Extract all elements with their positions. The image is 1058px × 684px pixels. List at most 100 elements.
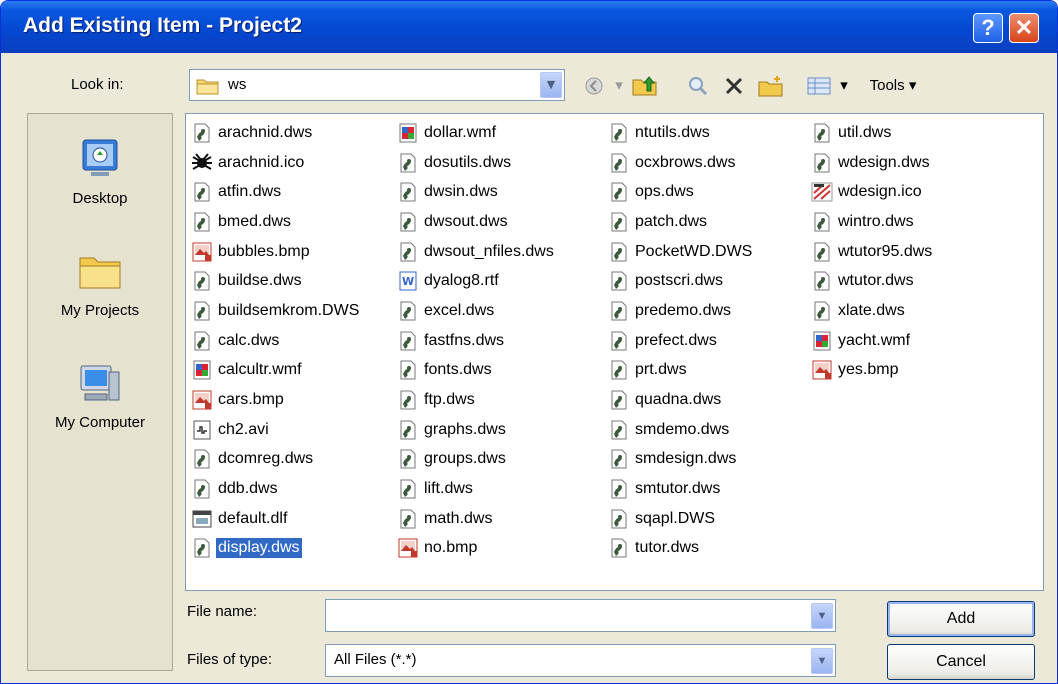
tools-menu-button[interactable]: Tools ▾ xyxy=(861,71,925,101)
file-list[interactable]: arachnid.dws arachnid.ico atfin.dws bmed.dw… xyxy=(185,113,1044,591)
place-my-computer[interactable]: My Computer xyxy=(28,358,172,431)
file-item-name: dosutils.dws xyxy=(424,153,512,171)
file-item[interactable]: wdesign.ico xyxy=(811,177,934,207)
file-item[interactable]: bubbles.bmp xyxy=(191,237,361,267)
dws-file-icon xyxy=(608,211,630,233)
file-item-name: dwsout_nfiles.dws xyxy=(424,242,554,260)
files-of-type-label: Files of type: xyxy=(187,651,273,668)
file-item[interactable]: smdemo.dws xyxy=(608,415,754,445)
file-item-name: util.dws xyxy=(838,123,892,141)
dws-file-icon xyxy=(608,508,630,530)
file-item[interactable]: patch.dws xyxy=(608,207,754,237)
new-folder-icon[interactable] xyxy=(753,71,789,101)
dws-file-icon xyxy=(811,300,833,322)
file-item[interactable]: wdesign.dws xyxy=(811,148,934,178)
delete-icon[interactable] xyxy=(717,71,751,101)
file-item[interactable]: math.dws xyxy=(397,504,556,534)
dws-file-icon xyxy=(397,508,419,530)
file-item[interactable]: wintro.dws xyxy=(811,207,934,237)
file-item[interactable]: predemo.dws xyxy=(608,296,754,326)
file-item[interactable]: arachnid.ico xyxy=(191,148,361,178)
file-item[interactable]: bmed.dws xyxy=(191,207,361,237)
views-dropdown-icon[interactable]: ▾ xyxy=(837,71,851,101)
dws-file-icon xyxy=(608,537,630,559)
file-item[interactable]: fonts.dws xyxy=(397,356,556,386)
file-item[interactable]: default.dlf xyxy=(191,504,361,534)
file-item[interactable]: graphs.dws xyxy=(397,415,556,445)
file-item[interactable]: calcultr.wmf xyxy=(191,356,361,386)
file-item[interactable]: Wdyalog8.rtf xyxy=(397,266,556,296)
file-item[interactable]: calc.dws xyxy=(191,326,361,356)
file-item-name: atfin.dws xyxy=(218,183,282,201)
file-item[interactable]: dosutils.dws xyxy=(397,148,556,178)
file-item[interactable]: groups.dws xyxy=(397,445,556,475)
file-item[interactable]: excel.dws xyxy=(397,296,556,326)
file-item[interactable]: fastfns.dws xyxy=(397,326,556,356)
file-item[interactable]: no.bmp xyxy=(397,534,556,564)
desktop-icon xyxy=(82,139,118,176)
file-item-name: graphs.dws xyxy=(424,420,506,438)
look-in-chevron-down-icon[interactable]: ▼ xyxy=(540,72,562,98)
look-in-label: Look in: xyxy=(71,76,124,93)
file-item[interactable]: lift.dws xyxy=(397,474,556,504)
file-item[interactable]: ch2.avi xyxy=(191,415,361,445)
file-name-chevron-down-icon[interactable]: ▼ xyxy=(811,603,833,629)
file-item[interactable]: cars.bmp xyxy=(191,385,361,415)
place-my-projects[interactable]: My Projects xyxy=(28,246,172,319)
help-button[interactable]: ? xyxy=(973,13,1003,43)
file-item[interactable]: postscri.dws xyxy=(608,266,754,296)
file-item[interactable]: wtutor.dws xyxy=(811,266,934,296)
file-item[interactable]: dollar.wmf xyxy=(397,118,556,148)
file-item[interactable]: smtutor.dws xyxy=(608,474,754,504)
file-item[interactable]: util.dws xyxy=(811,118,934,148)
file-item[interactable]: dwsout_nfiles.dws xyxy=(397,237,556,267)
look-in-dropdown[interactable]: ws ▼ xyxy=(189,69,565,101)
file-item-name: lift.dws xyxy=(424,480,473,498)
file-item[interactable]: dwsout.dws xyxy=(397,207,556,237)
up-one-level-icon[interactable] xyxy=(627,71,663,101)
add-button[interactable]: Add xyxy=(887,601,1035,637)
file-name-field[interactable]: ▼ xyxy=(325,599,836,632)
file-item[interactable]: yes.bmp xyxy=(811,356,934,386)
title-bar[interactable]: Add Existing Item - Project2 ? ✕ xyxy=(1,1,1057,53)
file-item[interactable]: buildse.dws xyxy=(191,266,361,296)
search-web-icon[interactable] xyxy=(681,71,715,101)
file-item[interactable]: display.dws xyxy=(191,534,361,564)
file-item-name: smtutor.dws xyxy=(635,480,721,498)
close-button[interactable]: ✕ xyxy=(1009,13,1039,43)
file-item-name: dyalog8.rtf xyxy=(424,272,499,290)
file-item[interactable]: atfin.dws xyxy=(191,177,361,207)
file-item[interactable]: arachnid.dws xyxy=(191,118,361,148)
file-item[interactable]: sqapl.DWS xyxy=(608,504,754,534)
file-item[interactable]: xlate.dws xyxy=(811,296,934,326)
place-desktop[interactable]: Desktop xyxy=(28,134,172,207)
file-item[interactable]: ops.dws xyxy=(608,177,754,207)
file-item[interactable]: buildsemkrom.DWS xyxy=(191,296,361,326)
file-item[interactable]: ftp.dws xyxy=(397,385,556,415)
file-item-name: fastfns.dws xyxy=(424,331,505,349)
file-item[interactable]: prt.dws xyxy=(608,356,754,386)
look-in-value: ws xyxy=(228,76,247,93)
file-item[interactable]: tutor.dws xyxy=(608,534,754,564)
wmf-file-icon xyxy=(191,359,213,381)
file-item-name: dollar.wmf xyxy=(424,123,497,141)
file-item-name: arachnid.ico xyxy=(218,153,305,171)
cancel-button[interactable]: Cancel xyxy=(887,644,1035,680)
file-item[interactable]: ntutils.dws xyxy=(608,118,754,148)
file-item[interactable]: PocketWD.DWS xyxy=(608,237,754,267)
files-of-type-dropdown[interactable]: All Files (*.*) ▼ xyxy=(325,644,836,677)
file-item[interactable]: prefect.dws xyxy=(608,326,754,356)
file-item[interactable]: smdesign.dws xyxy=(608,445,754,475)
views-icon[interactable] xyxy=(801,71,837,101)
file-item[interactable]: dcomreg.dws xyxy=(191,445,361,475)
files-of-type-chevron-down-icon[interactable]: ▼ xyxy=(811,648,833,674)
back-icon[interactable] xyxy=(577,71,611,101)
file-item[interactable]: quadna.dws xyxy=(608,385,754,415)
file-item[interactable]: ddb.dws xyxy=(191,474,361,504)
file-item[interactable]: ocxbrows.dws xyxy=(608,148,754,178)
file-item[interactable]: wtutor95.dws xyxy=(811,237,934,267)
file-item[interactable]: yacht.wmf xyxy=(811,326,934,356)
file-item-name: buildse.dws xyxy=(218,272,302,290)
back-dropdown-icon[interactable]: ▾ xyxy=(611,71,627,101)
file-item[interactable]: dwsin.dws xyxy=(397,177,556,207)
